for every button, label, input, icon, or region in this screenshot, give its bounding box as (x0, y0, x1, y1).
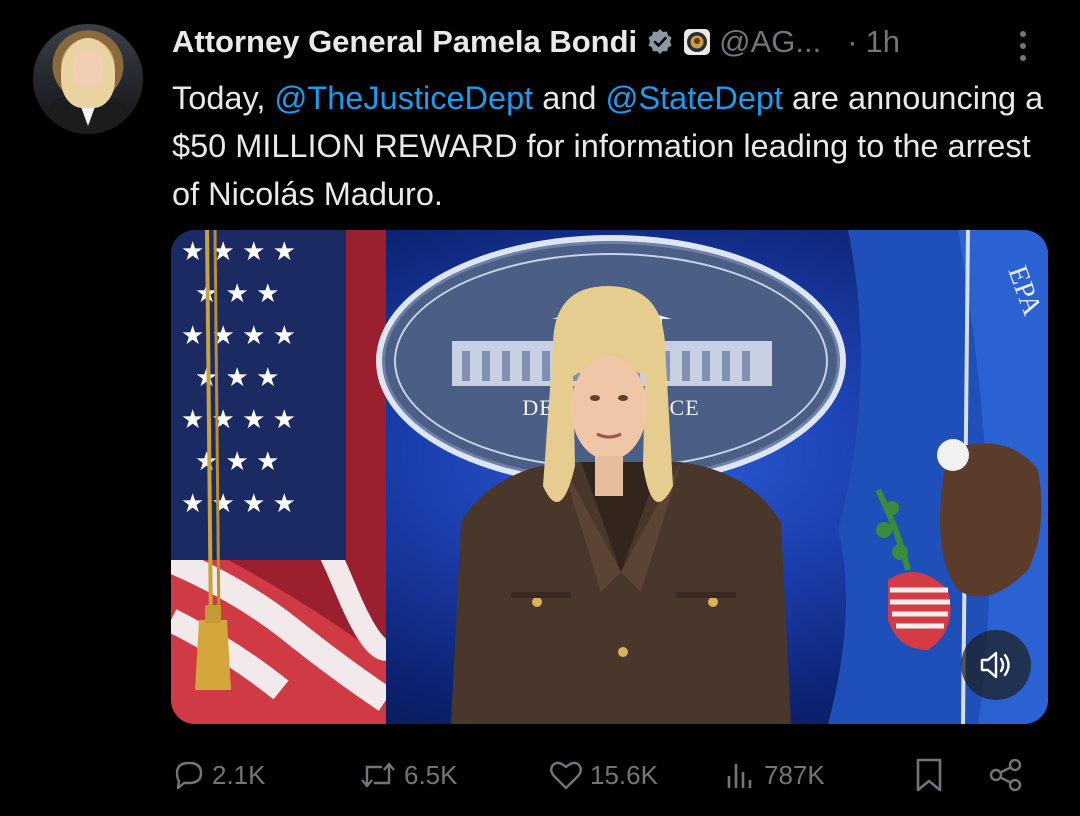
speaker-head (543, 286, 673, 502)
views-button[interactable]: 787K (724, 752, 825, 798)
doj-seal-icon[interactable] (683, 28, 711, 56)
more-options-icon[interactable] (1014, 28, 1032, 64)
avatar-face (73, 50, 103, 88)
analytics-icon (727, 764, 752, 788)
like-button[interactable]: 15.6K (548, 752, 658, 798)
svg-text:★ ★ ★ ★: ★ ★ ★ ★ (181, 320, 296, 350)
tweet-video[interactable]: ★ ★ ★ ★ ★ ★ ★ ★ ★ ★ ★ ★ ★ ★ ★ ★ ★ ★ ★ ★ … (171, 230, 1048, 724)
us-flag-image: ★ ★ ★ ★ ★ ★ ★ ★ ★ ★ ★ ★ ★ ★ ★ ★ ★ ★ ★ ★ … (171, 230, 386, 724)
reply-icon (175, 761, 203, 790)
post-time[interactable]: 1h (866, 24, 900, 60)
like-count: 15.6K (590, 759, 658, 790)
author-handle[interactable]: @AG... (719, 24, 821, 60)
share-icon (989, 758, 1022, 792)
svg-text:★ ★ ★ ★: ★ ★ ★ ★ (181, 404, 296, 434)
tweet-action-bar: 2.1K 6.5K 15.6K 787K (172, 752, 1032, 798)
heart-icon (550, 761, 582, 790)
repost-button[interactable]: 6.5K (358, 752, 458, 798)
bookmark-icon (916, 758, 942, 792)
author-name[interactable]: Attorney General Pamela Bondi (172, 24, 637, 60)
repost-icon (361, 762, 395, 788)
tweet-text-mid: and (533, 80, 606, 116)
mention-justice-dept[interactable]: @TheJusticeDept (274, 80, 533, 116)
tweet-text: Today, @TheJusticeDept and @StateDept ar… (172, 74, 1052, 218)
reply-button[interactable]: 2.1K (172, 752, 266, 798)
repost-count: 6.5K (404, 759, 458, 790)
reply-count: 2.1K (212, 759, 266, 790)
mute-button[interactable] (961, 630, 1031, 700)
bookmark-button[interactable] (914, 752, 944, 798)
view-count: 787K (764, 759, 825, 790)
svg-text:★ ★ ★ ★: ★ ★ ★ ★ (181, 488, 296, 518)
time-separator: · (847, 24, 858, 59)
svg-text:★ ★ ★ ★: ★ ★ ★ ★ (181, 236, 296, 266)
tweet-header: Attorney General Pamela Bondi @AG... · 1… (172, 22, 900, 62)
volume-icon (980, 651, 1010, 679)
author-avatar[interactable] (33, 24, 143, 134)
share-button[interactable] (988, 752, 1024, 798)
tweet-text-prefix: Today, (172, 80, 275, 116)
mention-state-dept[interactable]: @StateDept (605, 80, 783, 116)
verified-badge-icon[interactable] (645, 27, 675, 57)
